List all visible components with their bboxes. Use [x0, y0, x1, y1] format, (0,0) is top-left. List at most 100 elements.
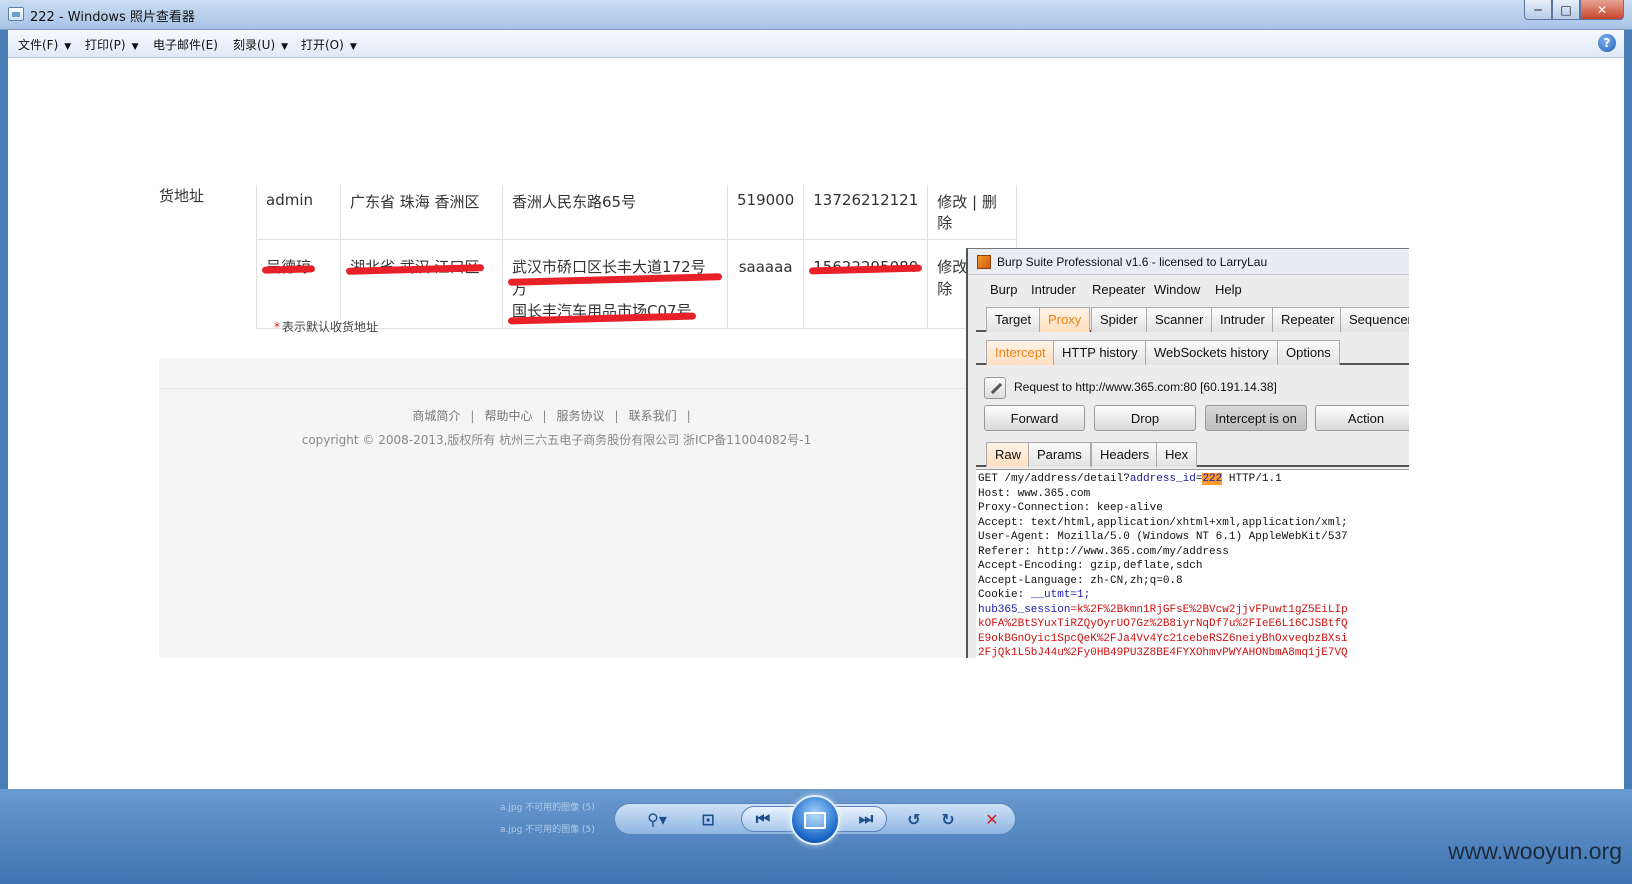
session-line: 2FjQk1L5bJ44u%2Fy0HB49PU3Z8BE4FYXOhmvPWY…: [978, 647, 1348, 658]
burp-menubar: Burp Intruder Repeater Window Help: [976, 275, 1409, 303]
burp-menu-help[interactable]: Help: [1215, 282, 1242, 297]
delete-icon[interactable]: ✕: [981, 809, 1003, 829]
menu-email[interactable]: 电子邮件(E): [153, 36, 218, 53]
tab-options[interactable]: Options: [1277, 340, 1340, 365]
burp-menu-burp[interactable]: Burp: [990, 282, 1017, 297]
request-line: GET /my/address/detail?address_id=222 HT…: [978, 472, 1407, 487]
burp-menu-window[interactable]: Window: [1154, 282, 1200, 297]
chevron-down-icon: ▼: [131, 42, 139, 52]
burp-menu-intruder[interactable]: Intruder: [1031, 282, 1076, 297]
help-icon[interactable]: ?: [1598, 34, 1616, 52]
burp-view-tabs: Raw Params Headers Hex: [976, 440, 1409, 467]
pencil-icon[interactable]: [984, 377, 1006, 399]
burp-main-tabs: Target Proxy Spider Scanner Intruder Rep…: [976, 305, 1409, 332]
tab-http-history[interactable]: HTTP history: [1053, 340, 1147, 365]
menu-print-label: 打印(P): [85, 38, 126, 52]
street-line: 香洲人民东路65号: [512, 193, 637, 211]
tab-params[interactable]: Params: [1028, 442, 1091, 467]
intercept-toggle-button[interactable]: Intercept is on: [1205, 405, 1307, 431]
copyright-text: copyright © 2008-2013,版权所有 杭州三六五电子商务股份有限…: [301, 433, 812, 447]
tab-headers[interactable]: Headers: [1091, 442, 1159, 467]
rotate-left-icon[interactable]: ↺: [903, 809, 925, 829]
minimize-button[interactable]: ─: [1524, 0, 1552, 20]
redacted-phone: 15622295080: [813, 258, 919, 276]
menu-burn-label: 刻录(U): [233, 38, 276, 52]
tab-websockets-history[interactable]: WebSockets history: [1145, 340, 1278, 365]
header-line: Accept: text/html,application/xhtml+xml,…: [978, 516, 1348, 529]
session-line: kOFA%2BtSYuxTiRZQyOyrUO7Gz%2B8iyrNqDf7u%…: [978, 618, 1348, 630]
cell-name: admin: [256, 185, 341, 240]
window-title: 222 - Windows 照片查看器: [30, 10, 195, 25]
request-path: GET /my/address/detail?: [978, 473, 1130, 485]
session-line: hub365_session=k%2F%2Bkmn1RjGFsE%2BVcw2j…: [978, 603, 1407, 618]
tab-repeater[interactable]: Repeater: [1272, 307, 1344, 332]
tab-sequencer[interactable]: Sequencer: [1340, 307, 1409, 332]
tab-hex[interactable]: Hex: [1156, 442, 1198, 467]
chevron-down-icon: ▼: [349, 42, 357, 52]
cookie-utmt: __utmt=1;: [1030, 589, 1091, 601]
menubar: 文件(F) ▼ 打印(P) ▼ 电子邮件(E) 刻录(U) ▼ 打开(O) ▼ ?: [8, 30, 1624, 58]
burp-titlebar: Burp Suite Professional v1.6 - licensed …: [968, 249, 1409, 275]
cell-actions[interactable]: 修改 | 删除: [927, 185, 1018, 240]
chevron-down-icon: ▼: [281, 42, 289, 52]
redacted-street-line1: 武汉市硚口区长丰大道172号万: [512, 256, 718, 300]
redacted-region: 湖北省 武汉 江口区: [350, 258, 480, 276]
photo-viewer-icon: [8, 7, 24, 21]
burp-suite-window: Burp Suite Professional v1.6 - licensed …: [966, 248, 1409, 658]
tab-intruder[interactable]: Intruder: [1211, 307, 1274, 332]
header-line: Accept-Language: zh-CN,zh;q=0.8: [978, 574, 1183, 587]
menu-burn[interactable]: 刻录(U) ▼: [233, 36, 288, 53]
cell-street: 香洲人民东路65号: [502, 185, 728, 240]
footer-link[interactable]: 商城简介: [412, 409, 460, 423]
slideshow-button[interactable]: [790, 795, 840, 845]
tab-raw[interactable]: Raw: [986, 442, 1031, 467]
footer-link[interactable]: 联系我们: [629, 409, 677, 423]
address-table: admin 广东省 珠海 香洲区 香洲人民东路65号 519000 137262…: [256, 185, 1018, 329]
cell-region: 广东省 珠海 香洲区: [340, 185, 503, 240]
raw-request-editor[interactable]: GET /my/address/detail?address_id=222 HT…: [976, 469, 1409, 658]
session-line: E9okBGnOyic1SpcQeK%2FJa4Vv4Yc21cebeRSZ6n…: [978, 632, 1348, 645]
window-controls: ─ □ ✕: [1524, 0, 1624, 20]
ghost-line: a.jpg 不可用的图像 (5): [500, 825, 595, 835]
forward-button[interactable]: Forward: [984, 405, 1085, 431]
footer-link[interactable]: 服务协议: [557, 409, 605, 423]
ghost-line: a.jpg 不可用的图像 (5): [500, 803, 595, 813]
section-label: 货地址: [159, 187, 205, 205]
cell-phone: 15622295080: [803, 239, 929, 329]
close-button[interactable]: ✕: [1580, 0, 1624, 20]
cookie-line: Cookie: __utmt=1;: [978, 588, 1407, 603]
previous-icon[interactable]: ⏮: [752, 809, 774, 829]
tab-spider[interactable]: Spider: [1091, 307, 1147, 332]
menu-open[interactable]: 打开(O) ▼: [301, 36, 357, 53]
tab-target[interactable]: Target: [986, 307, 1041, 332]
thumbnail-ghost: a.jpg 不可用的图像 (5) a.jpg 不可用的图像 (5): [500, 797, 595, 841]
zoom-icon[interactable]: ⚲▾: [640, 809, 674, 829]
param-value-highlight: 222: [1202, 473, 1223, 485]
tab-intercept[interactable]: Intercept: [986, 340, 1055, 365]
action-button[interactable]: Action: [1315, 405, 1409, 431]
cell-phone: 13726212121: [803, 185, 929, 240]
footer-separator: |: [686, 409, 691, 423]
actual-size-icon[interactable]: ⊡: [697, 809, 719, 829]
tab-proxy[interactable]: Proxy: [1039, 307, 1091, 332]
menu-file[interactable]: 文件(F) ▼: [18, 36, 71, 53]
drop-button[interactable]: Drop: [1094, 405, 1196, 431]
cell-street: 武汉市硚口区长丰大道172号万 国长丰汽车用品市场C07号: [502, 239, 728, 329]
rotate-right-icon[interactable]: ↻: [937, 809, 959, 829]
burp-menu-repeater[interactable]: Repeater: [1092, 282, 1145, 297]
menu-print[interactable]: 打印(P) ▼: [85, 36, 139, 53]
maximize-button[interactable]: □: [1552, 0, 1580, 20]
footer-link[interactable]: 帮助中心: [484, 409, 532, 423]
chevron-down-icon: ▼: [64, 42, 72, 52]
window-titlebar: 222 - Windows 照片查看器 ─ □ ✕: [0, 0, 1632, 30]
menu-email-label: 电子邮件(E): [153, 38, 218, 52]
cell-name: 吴德琼: [256, 239, 341, 329]
session-cookie-name: hub365_session: [978, 603, 1071, 616]
header-line: Referer: http://www.365.com/my/address: [978, 545, 1229, 558]
cookie-label: Cookie:: [978, 589, 1031, 601]
footer-separator: |: [470, 409, 475, 423]
watermark: www.wooyun.org: [1448, 838, 1622, 864]
default-address-note: * 表示默认收货地址: [274, 318, 378, 335]
tab-scanner[interactable]: Scanner: [1146, 307, 1213, 332]
next-icon[interactable]: ⏭: [855, 809, 877, 829]
